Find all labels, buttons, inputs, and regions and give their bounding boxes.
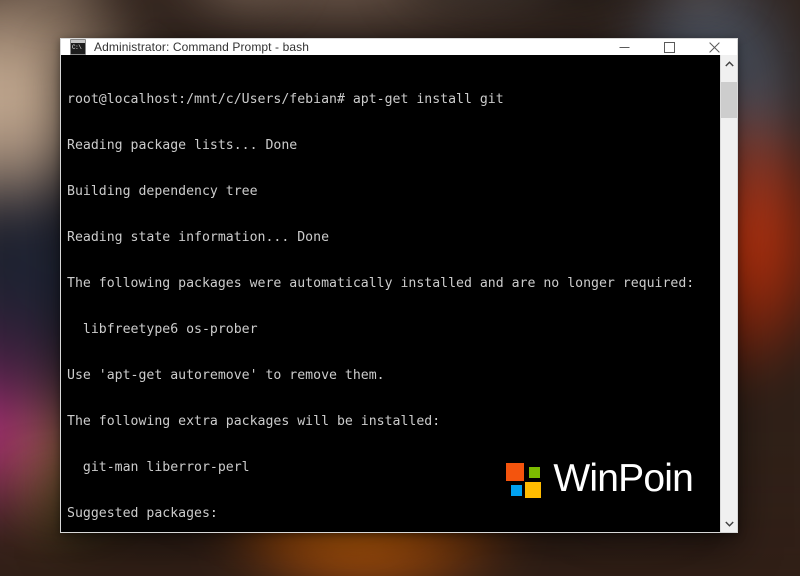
- terminal-line: root@localhost:/mnt/c/Users/febian# apt-…: [67, 91, 504, 107]
- cmd-icon: [70, 39, 86, 55]
- terminal-line: Reading package lists... Done: [67, 137, 298, 153]
- scroll-up-button[interactable]: [721, 55, 737, 72]
- window-title: Administrator: Command Prompt - bash: [94, 40, 310, 54]
- terminal-output[interactable]: root@localhost:/mnt/c/Users/febian# apt-…: [61, 55, 720, 532]
- scrollbar-track[interactable]: [721, 72, 737, 515]
- terminal-line: The following packages were automaticall…: [67, 275, 695, 291]
- minimize-button[interactable]: [602, 39, 647, 55]
- window-titlebar[interactable]: Administrator: Command Prompt - bash: [60, 38, 738, 55]
- terminal-line: libfreetype6 os-prober: [67, 321, 258, 337]
- terminal-line: Reading state information... Done: [67, 229, 330, 245]
- vertical-scrollbar[interactable]: [720, 55, 737, 532]
- window-controls: [602, 39, 737, 55]
- close-button[interactable]: [692, 39, 737, 55]
- scroll-down-button[interactable]: [721, 515, 737, 532]
- terminal-line: Use 'apt-get autoremove' to remove them.: [67, 367, 385, 383]
- scrollbar-thumb[interactable]: [721, 82, 737, 118]
- console-body[interactable]: root@localhost:/mnt/c/Users/febian# apt-…: [60, 55, 738, 533]
- terminal-line: Suggested packages:: [67, 505, 218, 521]
- terminal-line: Building dependency tree: [67, 183, 258, 199]
- maximize-button[interactable]: [647, 39, 692, 55]
- terminal-line: The following extra packages will be ins…: [67, 413, 441, 429]
- command-prompt-window[interactable]: Administrator: Command Prompt - bash: [60, 38, 738, 533]
- terminal-line: git-man liberror-perl: [67, 459, 250, 475]
- screen: Administrator: Command Prompt - bash: [0, 0, 800, 576]
